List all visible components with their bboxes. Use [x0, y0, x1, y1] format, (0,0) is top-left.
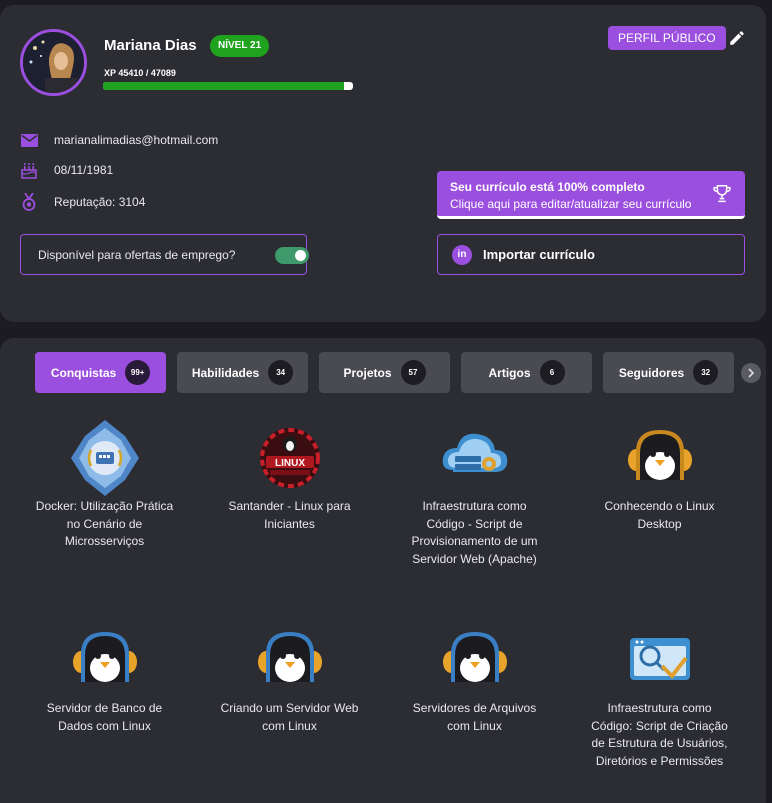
tab-count-badge: 34 [268, 360, 294, 385]
achievement-item[interactable]: Servidores de Arquivos com Linux [382, 620, 567, 735]
reputation-row: Reputação: 3104 [20, 193, 145, 211]
achievement-item[interactable]: Servidor de Banco de Dados com Linux [12, 620, 197, 735]
tab-seguidores[interactable]: Seguidores 32 [603, 352, 734, 393]
xp-progress-fill [103, 82, 344, 90]
reputation-text: Reputação: 3104 [54, 195, 146, 209]
medal-icon [20, 193, 38, 211]
achievement-item[interactable]: Infraestrutura como Código: Script de Cr… [567, 620, 752, 770]
profile-name: Mariana Dias [104, 37, 197, 54]
cloud-server-badge-icon [435, 418, 515, 498]
birthdate-text: 08/11/1981 [54, 163, 114, 177]
cv-subtitle: Clique aqui para editar/atualizar seu cu… [450, 197, 692, 211]
tab-count-badge: 99+ [125, 360, 151, 385]
linkedin-icon: in [452, 244, 472, 265]
linux-iniciantes-badge-icon: LINUX [250, 418, 330, 498]
cv-title: Seu currículo está 100% completo [450, 180, 645, 194]
public-profile-button[interactable]: PERFIL PÚBLICO [608, 26, 726, 50]
cake-icon [20, 161, 38, 179]
import-cv-button[interactable]: in Importar currículo [437, 234, 745, 275]
birthdate-row: 08/11/1981 [20, 161, 113, 179]
achievement-label: Conhecendo o Linux Desktop [604, 499, 715, 531]
tab-conquistas[interactable]: Conquistas 99+ [35, 352, 166, 393]
tabs-next-button[interactable] [741, 363, 761, 383]
level-badge: NÍVEL 21 [210, 35, 270, 57]
cv-complete-banner[interactable]: Seu currículo está 100% completo Clique … [437, 171, 745, 219]
achievement-label: Infraestrutura como Código - Script de P… [411, 499, 538, 566]
achievement-label: Infraestrutura como Código: Script de Cr… [591, 701, 728, 768]
docker-badge-icon [65, 418, 145, 498]
achievement-item[interactable]: Docker: Utilização Prática no Cenário de… [12, 418, 197, 551]
chevron-right-icon [748, 368, 755, 378]
job-offers-label: Disponível para ofertas de emprego? [38, 247, 236, 262]
avatar[interactable] [20, 29, 87, 96]
job-offers-box: Disponível para ofertas de emprego? [20, 234, 309, 275]
tab-label: Conquistas [50, 365, 117, 380]
toggle-knob [295, 250, 306, 261]
tab-habilidades[interactable]: Habilidades 34 [177, 352, 308, 393]
achievement-item[interactable]: Conhecendo o Linux Desktop [567, 418, 752, 533]
svg-text:LINUX: LINUX [275, 458, 305, 469]
email-text: marianalimadias@hotmail.com [54, 133, 219, 147]
achievement-item[interactable]: LINUX Santander - Linux para Iniciantes [197, 418, 382, 533]
achievement-item[interactable]: Criando um Servidor Web com Linux [197, 620, 382, 735]
achievement-label: Docker: Utilização Prática no Cenário de… [35, 499, 174, 548]
achievement-item[interactable]: Infraestrutura como Código - Script de P… [382, 418, 567, 568]
tab-count-badge: 57 [400, 360, 426, 385]
email-row: marianalimadias@hotmail.com [20, 131, 218, 149]
achievement-label: Servidor de Banco de Dados com Linux [46, 701, 163, 733]
tab-label: Seguidores [618, 365, 685, 380]
job-offers-toggle[interactable] [275, 247, 309, 264]
xp-progress-bar [103, 82, 353, 90]
avatar-photo [23, 32, 84, 93]
achievement-label: Santander - Linux para Iniciantes [228, 499, 351, 531]
browser-check-badge-icon [620, 620, 700, 700]
penguin-badge-icon [435, 620, 515, 700]
achievements-card: Conquistas 99+ Habilidades 34 Projetos 5… [0, 338, 766, 803]
tab-projetos[interactable]: Projetos 57 [319, 352, 450, 393]
import-cv-label: Importar currículo [483, 247, 595, 262]
tab-count-badge: 32 [693, 360, 719, 385]
tab-count-badge: 6 [539, 360, 565, 385]
profile-card: Mariana Dias NÍVEL 21 XP 45410 / 47089 P… [0, 5, 766, 322]
mail-icon [20, 131, 38, 149]
tab-label: Artigos [488, 365, 531, 380]
tab-label: Habilidades [191, 365, 260, 380]
achievement-label: Servidores de Arquivos com Linux [412, 701, 537, 733]
pencil-icon[interactable] [728, 29, 746, 47]
tab-artigos[interactable]: Artigos 6 [461, 352, 592, 393]
penguin-badge-icon [65, 620, 145, 700]
tab-label: Projetos [343, 365, 392, 380]
penguin-gold-badge-icon [620, 418, 700, 498]
tab-bar: Conquistas 99+ Habilidades 34 Projetos 5… [35, 352, 734, 393]
xp-label: XP 45410 / 47089 [104, 68, 176, 78]
penguin-badge-icon [250, 620, 330, 700]
achievement-label: Criando um Servidor Web com Linux [220, 701, 359, 733]
trophy-icon [713, 185, 731, 203]
